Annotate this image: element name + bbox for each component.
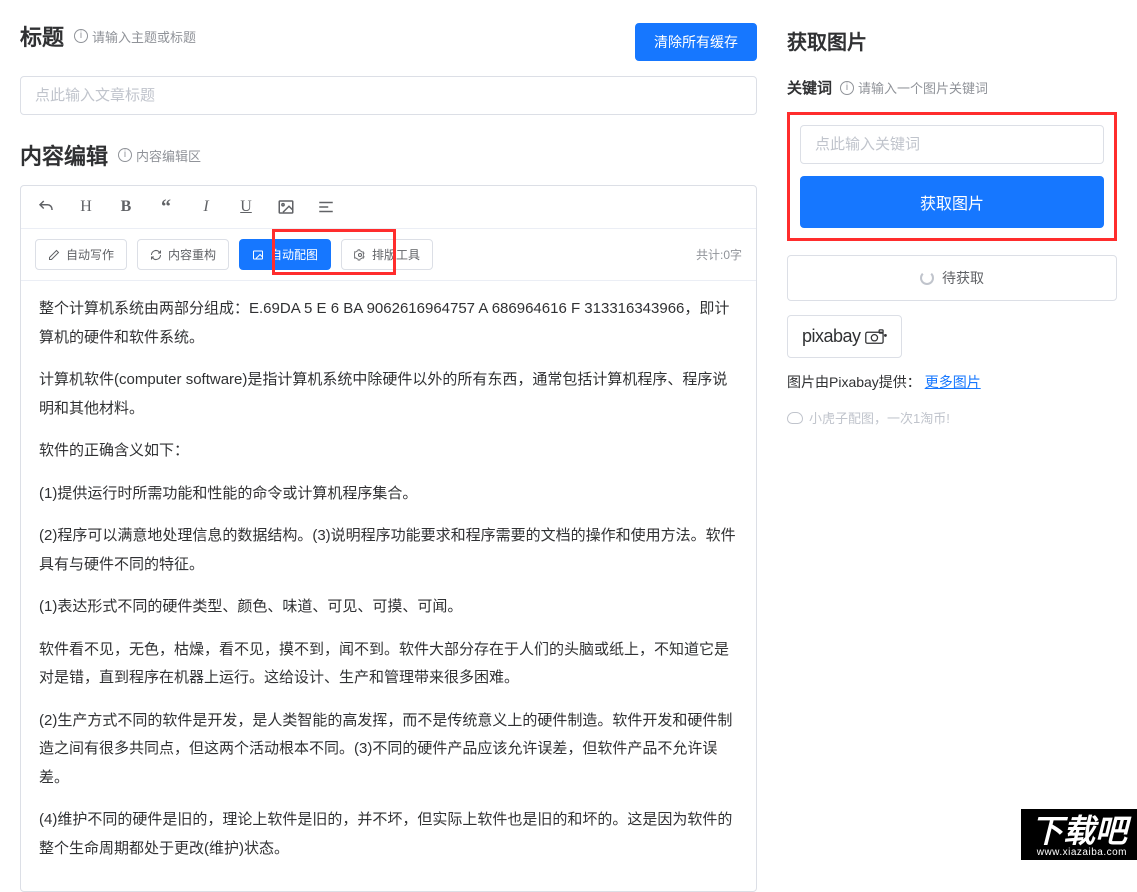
align-left-icon[interactable] (315, 196, 337, 218)
cloud-icon (787, 412, 803, 424)
heading-icon[interactable]: H (75, 196, 97, 218)
pencil-icon (48, 249, 60, 261)
action-toolbar: 自动写作 内容重构 自动配图 排版工具 共计:0字 (21, 229, 756, 281)
keyword-header: 关键词 i 请输入一个图片关键词 (787, 77, 1117, 98)
clear-cache-button[interactable]: 清除所有缓存 (635, 23, 757, 61)
word-counter: 共计:0字 (696, 246, 742, 263)
watermark-url: www.xiazaiba.com (1031, 847, 1127, 858)
undo-icon[interactable] (35, 196, 57, 218)
paragraph: 软件的正确含义如下： (39, 437, 738, 466)
watermark: 下载吧 www.xiazaiba.com (1021, 809, 1137, 860)
paragraph: (4)维护不同的硬件是旧的，理论上软件是旧的，并不坏，但实际上软件也是旧的和坏的… (39, 806, 738, 863)
info-icon: i (840, 81, 854, 95)
auto-write-button[interactable]: 自动写作 (35, 239, 127, 270)
editor-box: H B “ I U 自动写作 内容重构 (20, 185, 757, 892)
bold-icon[interactable]: B (115, 196, 137, 218)
auto-image-button[interactable]: 自动配图 (239, 239, 331, 270)
footer-note: 小虎子配图，一次1淘币! (787, 408, 1117, 427)
quote-icon[interactable]: “ (155, 196, 177, 218)
italic-icon[interactable]: I (195, 196, 217, 218)
format-toolbar: H B “ I U (21, 186, 756, 229)
paragraph: (1)表达形式不同的硬件类型、颜色、味道、可见、可摸、可闻。 (39, 593, 738, 622)
provider-line: 图片由Pixabay提供： 更多图片 (787, 372, 1117, 392)
watermark-text: 下载吧 (1031, 815, 1127, 847)
sidebar-title: 获取图片 (787, 26, 1117, 55)
paragraph: 软件看不见，无色，枯燥，看不见，摸不到，闻不到。软件大部分存在于人们的头脑或纸上… (39, 636, 738, 693)
pixabay-badge: pixabay (787, 315, 902, 358)
sidebar-column: 获取图片 关键词 i 请输入一个图片关键词 获取图片 待获取 pixabay 图… (787, 20, 1117, 892)
info-icon: i (118, 148, 132, 162)
refresh-icon (150, 249, 162, 261)
underline-icon[interactable]: U (235, 196, 257, 218)
title-label: 标题 (20, 20, 64, 52)
paragraph: 计算机软件(computer software)是指计算机系统中除硬件以外的所有… (39, 366, 738, 423)
fetch-image-button[interactable]: 获取图片 (800, 176, 1104, 228)
picture-icon (252, 249, 264, 261)
title-hint: i 请输入主题或标题 (74, 27, 196, 46)
info-icon: i (74, 29, 88, 43)
loading-icon (920, 271, 934, 285)
settings-icon (354, 249, 366, 261)
content-edit-header: 内容编辑 i 内容编辑区 (20, 139, 757, 171)
image-icon[interactable] (275, 196, 297, 218)
title-header-row: 标题 i 请输入主题或标题 清除所有缓存 (20, 20, 757, 64)
main-column: 标题 i 请输入主题或标题 清除所有缓存 内容编辑 i 内容编辑区 H (20, 20, 757, 892)
editor-content[interactable]: 整个计算机系统由两部分组成：E.69DA 5 E 6 BA 9062616964… (21, 281, 756, 891)
camera-icon (865, 329, 887, 345)
paragraph: (2)生产方式不同的软件是开发，是人类智能的高发挥，而不是传统意义上的硬件制造。… (39, 707, 738, 793)
keyword-input[interactable] (800, 125, 1104, 164)
keyword-hint: i 请输入一个图片关键词 (840, 78, 988, 97)
more-images-link[interactable]: 更多图片 (925, 374, 981, 390)
restructure-button[interactable]: 内容重构 (137, 239, 229, 270)
keyword-label: 关键词 (787, 77, 832, 98)
content-edit-label: 内容编辑 (20, 139, 108, 171)
paragraph: (2)程序可以满意地处理信息的数据结构。(3)说明程序功能要求和程序需要的文档的… (39, 522, 738, 579)
paragraph: (1)提供运行时所需功能和性能的命令或计算机程序集合。 (39, 480, 738, 509)
article-title-input[interactable] (20, 76, 757, 115)
layout-tool-button[interactable]: 排版工具 (341, 239, 433, 270)
content-edit-hint: i 内容编辑区 (118, 146, 201, 165)
status-button[interactable]: 待获取 (787, 255, 1117, 301)
pixabay-logo: pixabay (802, 326, 887, 347)
paragraph: 整个计算机系统由两部分组成：E.69DA 5 E 6 BA 9062616964… (39, 295, 738, 352)
keyword-panel-highlight: 获取图片 (787, 112, 1117, 241)
